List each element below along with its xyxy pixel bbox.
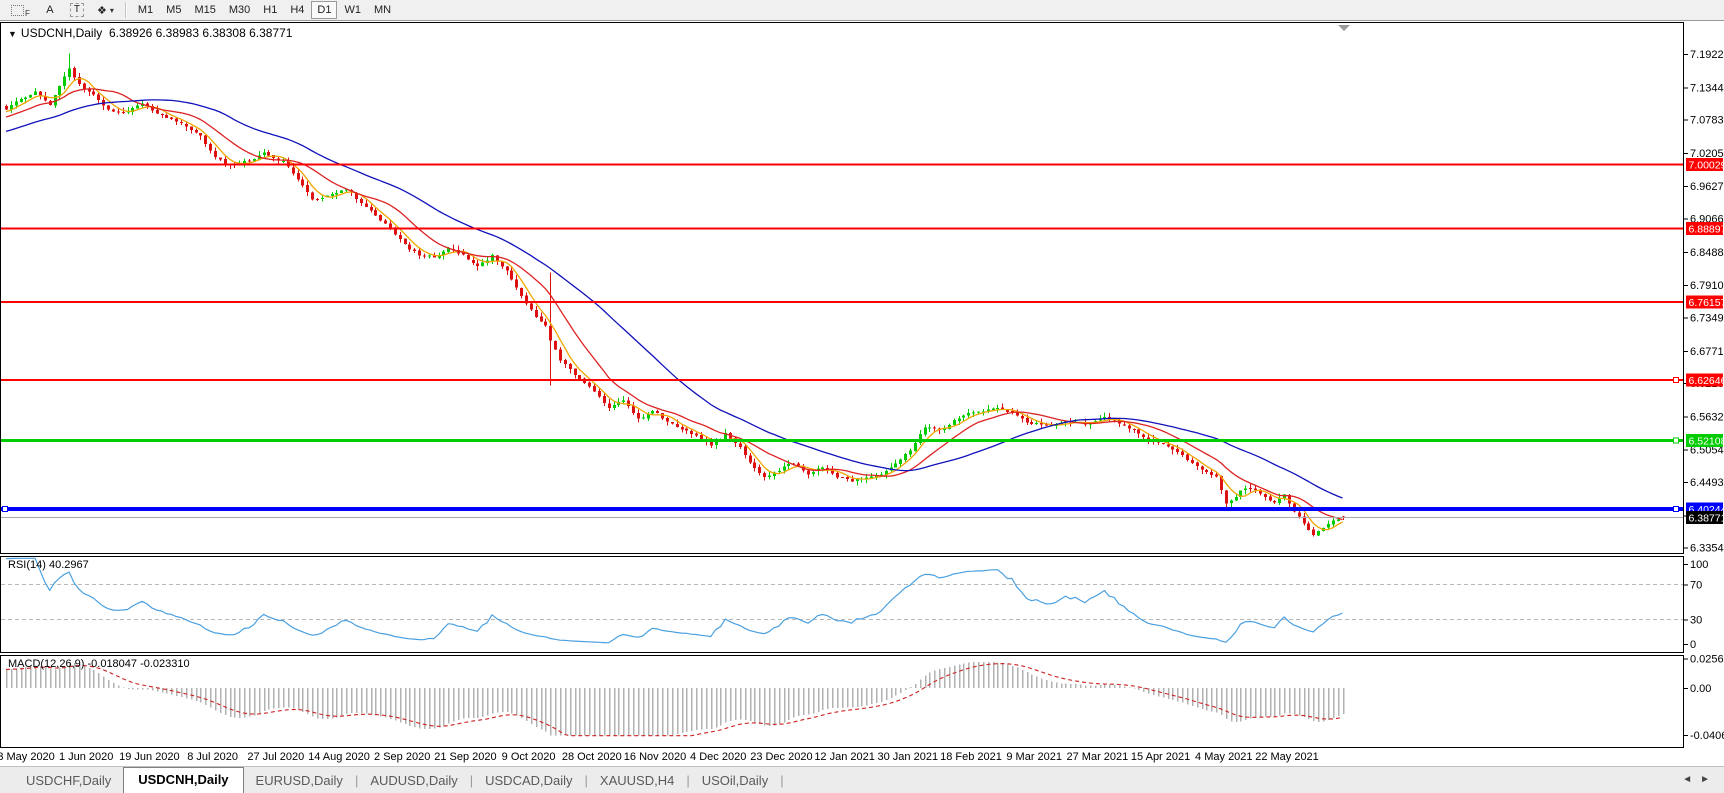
text-box-icon: T	[69, 3, 84, 17]
rsi-tick: 30	[1690, 615, 1702, 627]
rsi-tick: 70	[1690, 579, 1702, 591]
chart-title-bar: ▼ USDCNH,Daily 6.38926 6.38983 6.38308 6.…	[8, 26, 292, 40]
chart-ohlc-values: 6.38926 6.38983 6.38308 6.38771	[108, 26, 293, 40]
tab-usoil-daily[interactable]: USOil,Daily	[690, 769, 780, 793]
rsi-tick: 100	[1690, 559, 1708, 571]
price-label-text: 6.88897	[1689, 224, 1724, 236]
line-handle[interactable]	[2, 505, 8, 512]
chart-symbol-title: USDCNH,Daily	[20, 26, 103, 40]
date-label: 4 May 2021	[1195, 751, 1253, 763]
date-label: 12 Jan 2021	[814, 751, 875, 763]
grid-f-letter: F	[25, 9, 30, 18]
timeframe-button-m15[interactable]: M15	[188, 1, 221, 19]
price-tick: 6.84880	[1690, 247, 1724, 259]
dropdown-caret-icon[interactable]: ▾	[110, 6, 114, 15]
line-handle[interactable]	[1673, 437, 1679, 444]
date-label: 19 Jun 2020	[119, 751, 180, 763]
chart-tab-bar: USDCHF,Daily USDCNH,Daily EURUSD,Daily | AUD…	[0, 766, 1724, 793]
macd-current-values: -0.018047 -0.023310	[87, 658, 190, 670]
date-label: 28 Oct 2020	[561, 751, 622, 763]
macd-panel-canvas[interactable]: 0.025623 0.00 -0.04068	[0, 655, 1724, 748]
tab-audusd-daily[interactable]: AUDUSD,Daily	[358, 769, 469, 793]
timeframe-button-m5[interactable]: M5	[160, 1, 187, 19]
date-label: 9 Oct 2020	[501, 751, 556, 763]
macd-label: MACD(12,26,9) -0.018047 -0.023310	[8, 658, 190, 670]
date-label: 18 Feb 2021	[940, 751, 1002, 763]
price-label-text: 6.52108	[1689, 436, 1724, 448]
tab-usdcad-daily[interactable]: USDCAD,Daily	[473, 769, 584, 793]
macd-tick: 0.025623	[1690, 655, 1724, 666]
rsi-panel-canvas[interactable]: 100 70 30 0	[0, 556, 1724, 653]
line-handle[interactable]	[1673, 505, 1679, 512]
rsi-current-value: 40.2967	[48, 559, 89, 571]
date-label: 21 Sep 2020	[434, 751, 497, 763]
date-label: 22 May 2021	[1255, 751, 1319, 763]
date-label: 27 Mar 2021	[1066, 751, 1129, 763]
date-label: 2 Sep 2020	[374, 751, 431, 763]
price-tick: 6.96270	[1690, 181, 1724, 193]
date-label: 1 Jun 2020	[58, 751, 114, 763]
price-tick: 6.33540	[1690, 543, 1724, 554]
price-label-text: 6.76157	[1689, 297, 1724, 309]
tab-usdchf-daily[interactable]: USDCHF,Daily	[14, 769, 123, 793]
tab-xauusd-h4[interactable]: XAUUSD,H4	[588, 769, 686, 793]
rsi-tick: 0	[1690, 639, 1696, 651]
price-tick: 6.67710	[1690, 346, 1724, 358]
date-label: 9 Mar 2021	[1006, 751, 1063, 763]
timeframe-button-m30[interactable]: M30	[223, 1, 256, 19]
tab-eurusd-daily[interactable]: EURUSD,Daily	[244, 769, 355, 793]
price-tick: 6.56320	[1690, 411, 1724, 423]
date-label: 27 Jul 2020	[247, 751, 305, 763]
price-tick: 6.44930	[1690, 477, 1724, 489]
macd-name: MACD(12,26,9)	[8, 658, 85, 670]
text-box-button[interactable]: T	[64, 1, 90, 19]
rsi-label: RSI(14) 40.2967	[8, 559, 89, 571]
top-toolbar: F A T ❖ ▾ M1 M5 M15 M30 H1 H4 D1 W1 MN	[0, 0, 1724, 21]
price-tick: 6.73490	[1690, 312, 1724, 324]
price-tick: 6.79100	[1690, 280, 1724, 292]
tab-usdcnh-daily[interactable]: USDCNH,Daily	[123, 767, 244, 793]
date-axis: 13 May 20201 Jun 2020 19 Jun 2020 8 Jul 20…	[0, 749, 1684, 766]
tab-scroll-right-icon[interactable]: ►	[1700, 774, 1718, 785]
tab-separator: |	[780, 773, 784, 788]
price-tick: 7.19220	[1690, 49, 1724, 61]
chart-dropdown-icon[interactable]: ▼	[8, 29, 17, 39]
date-label: 13 May 2020	[0, 751, 55, 763]
date-label: 14 Aug 2020	[308, 751, 370, 763]
price-tick: 7.13440	[1690, 82, 1724, 94]
timeframe-button-w1[interactable]: W1	[338, 1, 367, 19]
price-label-text: 7.00029	[1689, 160, 1724, 172]
price-tick: 7.07830	[1690, 115, 1724, 127]
chart-shift-marker[interactable]	[1338, 25, 1350, 31]
timeframe-button-h1[interactable]: H1	[257, 1, 283, 19]
text-label-button[interactable]: A	[37, 1, 63, 19]
toolbar-separator	[124, 2, 127, 18]
price-chart-canvas[interactable]: 7.192207.134407.078307.020506.962706.906…	[0, 22, 1724, 554]
macd-tick: -0.04068	[1690, 730, 1724, 742]
date-label: 23 Dec 2020	[750, 751, 813, 763]
tab-scroll-left-icon[interactable]: ◄	[1682, 774, 1700, 785]
chart-window: 7.192207.134407.078307.020506.962706.906…	[0, 22, 1724, 766]
date-label: 15 Apr 2021	[1130, 751, 1191, 763]
macd-tick: 0.00	[1690, 683, 1711, 695]
timeframe-button-m1[interactable]: M1	[132, 1, 159, 19]
date-label: 30 Jan 2021	[877, 751, 939, 763]
price-label-text: 6.38771	[1689, 512, 1724, 524]
rsi-name: RSI(14)	[8, 559, 46, 571]
timeframe-button-d1[interactable]: D1	[311, 1, 338, 19]
grid-f-icon	[11, 4, 24, 16]
shapes-button[interactable]: ❖ ▾	[91, 1, 120, 19]
line-handle[interactable]	[1673, 376, 1679, 383]
date-label: 8 Jul 2020	[187, 751, 238, 763]
price-label-text: 6.62646	[1689, 375, 1724, 387]
chart-grid-button[interactable]: F	[5, 1, 36, 19]
timeframe-button-h4[interactable]: H4	[284, 1, 310, 19]
timeframe-button-mn[interactable]: MN	[368, 1, 397, 19]
date-label: 16 Nov 2020	[623, 751, 687, 763]
date-label: 4 Dec 2020	[690, 751, 747, 763]
